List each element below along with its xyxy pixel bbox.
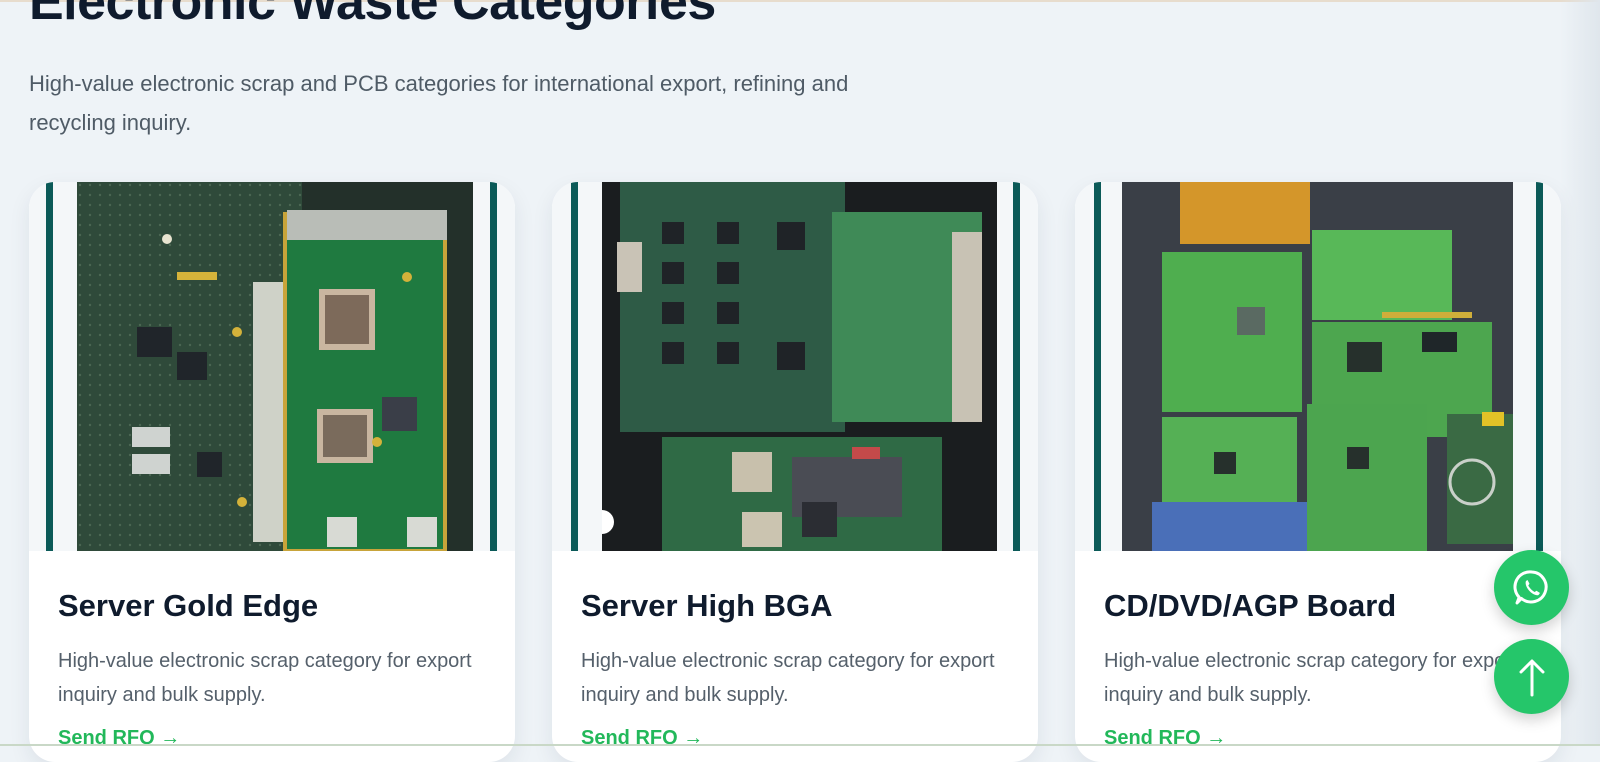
whatsapp-icon — [1512, 568, 1552, 608]
arrow-up-icon — [1514, 657, 1550, 697]
scroll-to-top-button[interactable] — [1494, 639, 1569, 714]
card-link-area: Send RFQ → — [29, 0, 515, 746]
card-link-area: Send RFQ → — [1075, 0, 1561, 746]
whatsapp-button[interactable] — [1494, 550, 1569, 625]
card-link-area: Send RFQ → — [552, 0, 1038, 746]
scroll-edge-shade — [1560, 0, 1600, 746]
